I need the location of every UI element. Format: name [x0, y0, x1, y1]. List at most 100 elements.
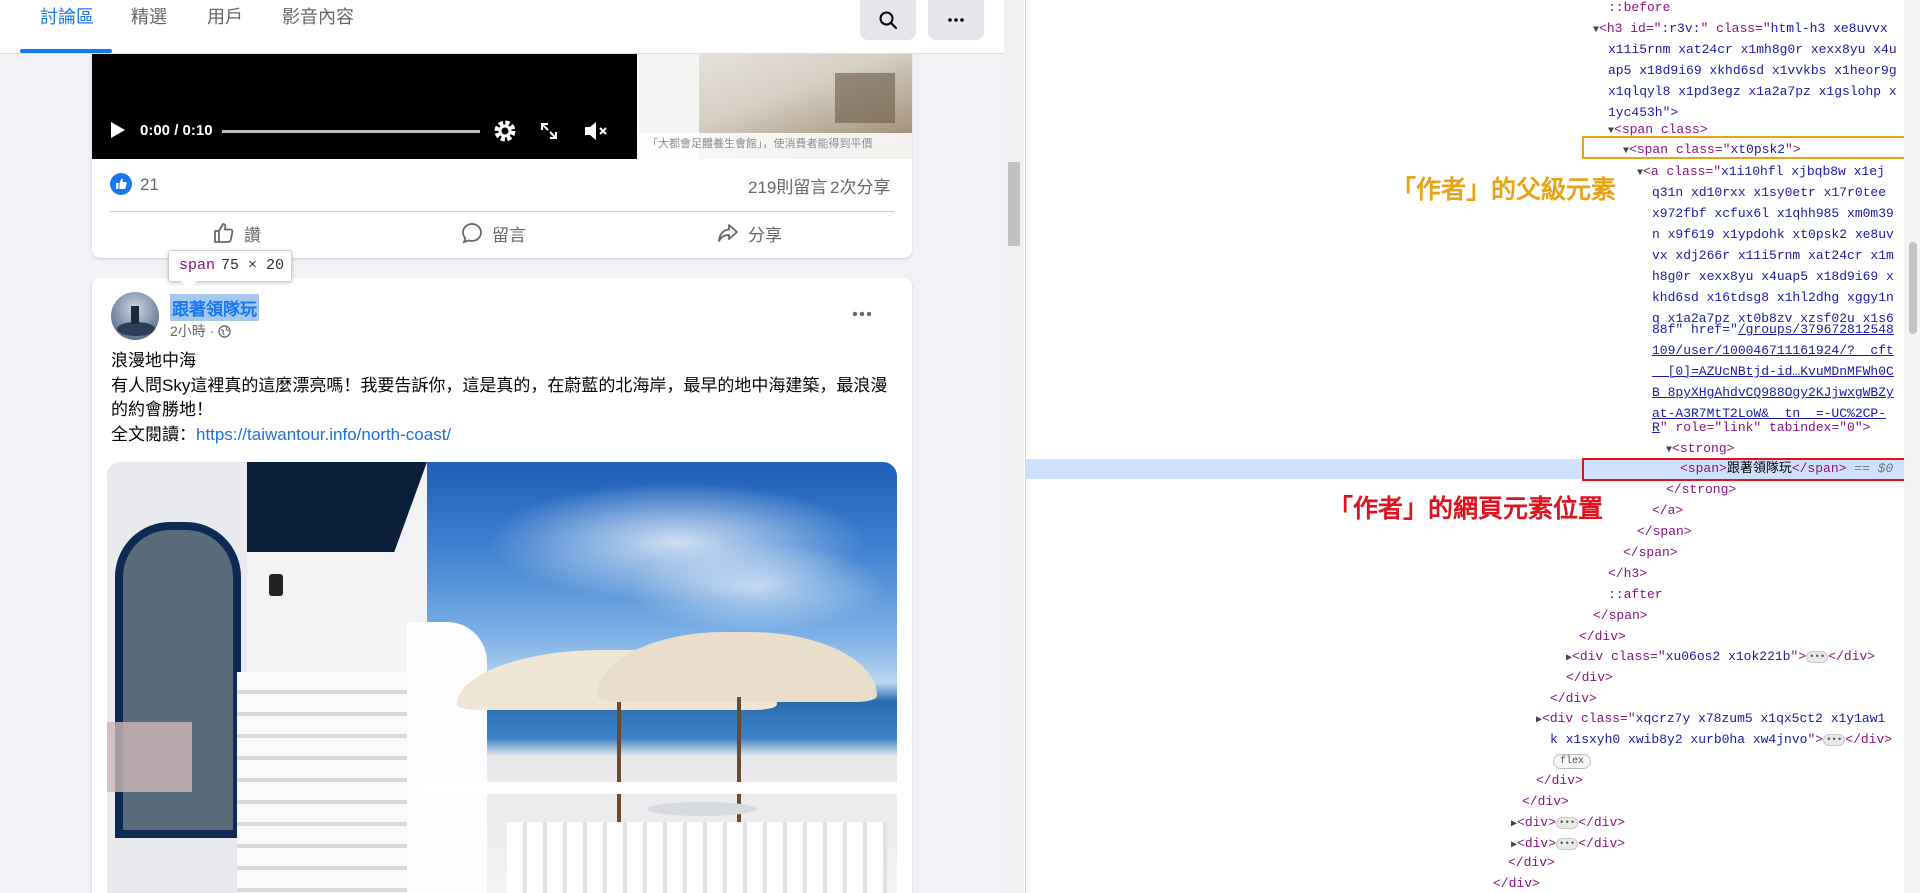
- video-time: 0:00 / 0:10: [140, 122, 213, 139]
- dom-line[interactable]: h8g0r xexx8yu x4uap5 x18d9i69 x: [1652, 267, 1894, 288]
- dom-line[interactable]: </span>: [1593, 606, 1648, 627]
- post-author-name[interactable]: 跟著領隊玩: [170, 294, 259, 321]
- dom-line[interactable]: </div>: [1522, 792, 1569, 813]
- read-more-label: 全文閱讀：: [111, 424, 196, 444]
- share-icon: [718, 224, 738, 242]
- meta-separator: ·: [209, 323, 215, 339]
- share-count[interactable]: 2次分享: [830, 173, 890, 198]
- dom-line[interactable]: q31n xd10rxx x1sy0etr x17r0tee: [1652, 183, 1886, 204]
- panel-divider[interactable]: [1025, 0, 1026, 893]
- mute-icon[interactable]: [582, 119, 610, 143]
- devtools-elements-panel: ::before ▼<h3 id=":r3v:" class="html-h3 …: [1025, 0, 1920, 893]
- annotation-author-element: 「作者」的網頁元素位置: [1328, 494, 1604, 523]
- dom-line[interactable]: ▶<div class="xu06os2 x1ok221b"> ••• </div>: [1566, 647, 1875, 670]
- dom-line[interactable]: </span>: [1637, 522, 1692, 543]
- dom-line[interactable]: ap5 x18d9i69 xkhd6sd x1vvkbs x1heor9g: [1608, 61, 1897, 82]
- avatar[interactable]: [111, 292, 159, 340]
- active-tab-indicator: [20, 49, 112, 53]
- dom-line[interactable]: k x1sxyh0 xwib8y2 xurb0ha xw4jnvo"> ••• </…: [1550, 730, 1892, 751]
- like-button[interactable]: 讚: [212, 212, 261, 254]
- page-scrollbar-thumb[interactable]: [1008, 162, 1020, 246]
- share-button-label: 分享: [748, 225, 782, 245]
- dom-line[interactable]: ::before: [1608, 0, 1670, 19]
- dom-line[interactable]: ▼<h3 id=":r3v:" class="html-h3 xe8uvvx: [1593, 19, 1888, 42]
- devtools-element-tooltip: span 75 × 20: [168, 250, 292, 282]
- annotation-parent-element: 「作者」的父級元素: [1391, 175, 1617, 204]
- dom-line[interactable]: ▶<div> ••• </div>: [1511, 813, 1625, 836]
- thumbs-up-icon: [214, 223, 234, 243]
- dom-line[interactable]: khd6sd x16tdsg8 x1hl2dhg xggy1n: [1652, 288, 1894, 309]
- video-player[interactable]: 0:00 / 0:10: [92, 53, 637, 159]
- post-body-line: 有人問Sky這裡真的這麼漂亮嗎！我要告訴你，這是真的，在蔚藍的北海岸，最早的地中…: [111, 375, 888, 420]
- like-count[interactable]: 21: [140, 175, 159, 195]
- page-scrollbar[interactable]: [1004, 0, 1024, 893]
- search-button[interactable]: [860, 0, 916, 40]
- dom-line[interactable]: R" role="link" tabindex="0">: [1652, 418, 1870, 439]
- dom-line[interactable]: </h3>: [1608, 564, 1647, 585]
- tab-featured[interactable]: 精選: [131, 0, 167, 53]
- dom-line[interactable]: 109/user/100046711161924/?__cft: [1652, 341, 1894, 362]
- tab-discussion[interactable]: 討論區: [40, 0, 94, 53]
- dom-line[interactable]: n x9f619 x1ypdohk xt0psk2 xe8uv: [1652, 225, 1894, 246]
- comment-button[interactable]: 留言: [460, 212, 526, 254]
- gear-icon[interactable]: [493, 119, 517, 143]
- like-reaction-icon: [110, 173, 132, 195]
- ellipsis-badge-icon[interactable]: •••: [1806, 650, 1829, 663]
- dom-line[interactable]: </div>: [1579, 627, 1626, 648]
- parent-element-highlight-box: [1582, 136, 1906, 159]
- dom-line[interactable]: </div>: [1550, 689, 1597, 710]
- post-actions: 讚 留言 分享: [110, 211, 894, 254]
- more-horizontal-icon: [948, 18, 964, 22]
- post-link[interactable]: https://taiwantour.info/north-coast/: [196, 425, 451, 444]
- post-photo-thumbnail[interactable]: 「大都會足體養生會館」，使消費者能得到平價: [639, 53, 912, 159]
- author-element-highlight-box: [1582, 458, 1908, 481]
- dom-line[interactable]: ::after: [1608, 585, 1663, 606]
- comment-count[interactable]: 219則留言: [748, 173, 827, 198]
- dom-line[interactable]: </div>: [1566, 668, 1613, 689]
- video-seek-bar[interactable]: [222, 130, 480, 133]
- ellipsis-badge-icon[interactable]: •••: [1823, 733, 1846, 746]
- tab-members[interactable]: 用戶: [207, 0, 243, 53]
- ellipsis-badge-icon[interactable]: •••: [1556, 837, 1579, 850]
- post-title-line: 浪漫地中海: [111, 351, 196, 370]
- post-time[interactable]: 2小時: [170, 321, 206, 341]
- play-icon[interactable]: [110, 121, 126, 139]
- dom-line[interactable]: 88f" href="/groups/379672812548: [1652, 320, 1894, 341]
- tab-media[interactable]: 影音內容: [282, 0, 354, 53]
- devtools-scrollbar-thumb[interactable]: [1909, 242, 1917, 334]
- fullscreen-icon[interactable]: [539, 121, 559, 141]
- ellipsis-badge-icon[interactable]: •••: [1556, 816, 1579, 829]
- dom-line[interactable]: </div>: [1493, 874, 1540, 893]
- dom-line[interactable]: vx xdj266r x11i5rnm xat24cr x1m: [1652, 246, 1894, 267]
- tooltip-arrow: [181, 281, 197, 289]
- dom-line[interactable]: </a>: [1652, 501, 1683, 522]
- post-options-button[interactable]: [844, 296, 880, 332]
- tooltip-dimensions: 75 × 20: [221, 257, 285, 274]
- comment-button-label: 留言: [492, 225, 526, 245]
- dom-line[interactable]: x1qlqyl8 x1pd3egz x1a2a7pz x1gslohp x: [1608, 82, 1897, 103]
- share-button[interactable]: 分享: [716, 212, 782, 254]
- flex-badge[interactable]: flex: [1553, 754, 1592, 769]
- dom-line[interactable]: B_8pyXHgAhdvCQ988Ogy2KJjwxgWBZy: [1652, 383, 1894, 404]
- devtools-scrollbar[interactable]: [1904, 0, 1920, 893]
- post-photo[interactable]: [107, 462, 897, 893]
- more-horizontal-icon: [852, 311, 872, 317]
- post-read-more: 全文閱讀：https://taiwantour.info/north-coast…: [111, 423, 891, 448]
- dom-line[interactable]: x11i5rnm xat24cr x1mh8g0r xexx8yu x4u: [1608, 40, 1897, 61]
- dom-line[interactable]: </div>: [1508, 853, 1555, 874]
- dom-line[interactable]: __[0]=AZUcNBtjd-id…KvuMDnMFWh0C: [1652, 362, 1894, 383]
- dom-line[interactable]: </strong>: [1666, 480, 1736, 501]
- dom-line[interactable]: x972fbf xcfux6l x1qhh985 xm0m39: [1652, 204, 1894, 225]
- more-button[interactable]: [928, 0, 984, 40]
- photo-caption: 「大都會足體養生會館」，使消費者能得到平價: [639, 133, 912, 159]
- dom-line[interactable]: ▶<div class="xqcrz7y x78zum5 x1qx5ct2 x1…: [1536, 709, 1885, 732]
- post-stats: 21 219則留言 2次分享: [110, 170, 894, 200]
- dom-line[interactable]: ▼<a class="x1i10hfl xjbqb8w x1ej: [1637, 162, 1885, 185]
- post-body: 浪漫地中海 有人問Sky這裡真的這麼漂亮嗎！我要告訴你，這是真的，在蔚藍的北海岸…: [111, 349, 891, 447]
- group-tabs: 討論區 精選 用戶 影音內容: [0, 0, 1004, 54]
- dom-line[interactable]: </div>: [1536, 771, 1583, 792]
- post-card: 跟著領隊玩 2小時 · 浪漫地中海 有人問Sky這裡真的這麼漂亮嗎！我要告訴你，…: [92, 278, 912, 893]
- like-button-label: 讚: [244, 225, 261, 245]
- dom-line[interactable]: </span>: [1623, 543, 1678, 564]
- search-icon: [879, 11, 898, 30]
